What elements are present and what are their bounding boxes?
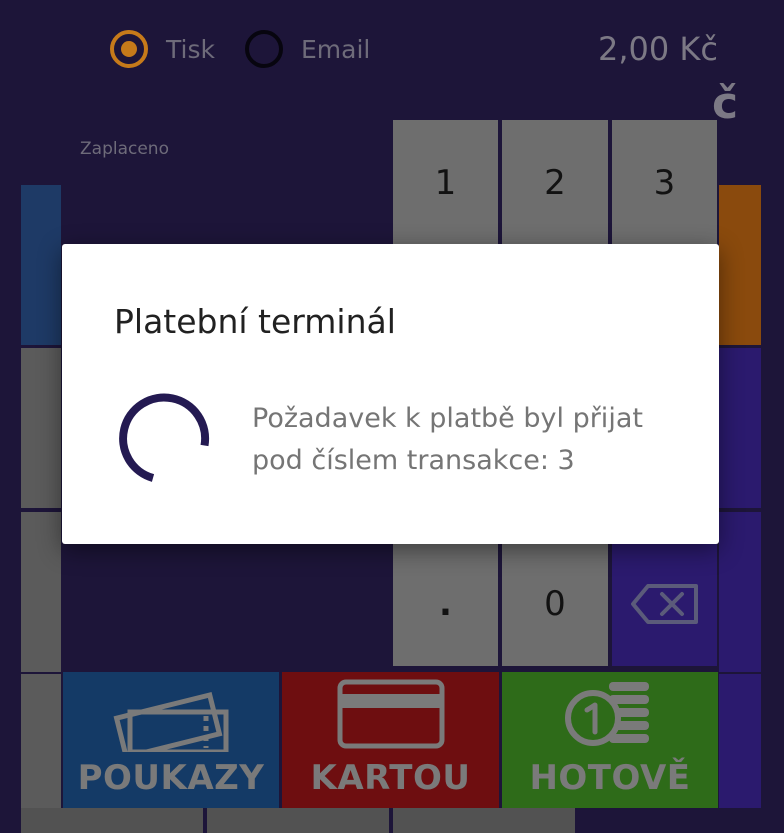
- dialog-message: Požadavek k platbě byl přijat pod číslem…: [252, 403, 643, 476]
- loading-spinner-icon: [119, 393, 210, 482]
- terminal-dialog: Platební terminál Požadavek k platbě byl…: [62, 244, 719, 544]
- dialog-title: Platební terminál: [114, 302, 396, 341]
